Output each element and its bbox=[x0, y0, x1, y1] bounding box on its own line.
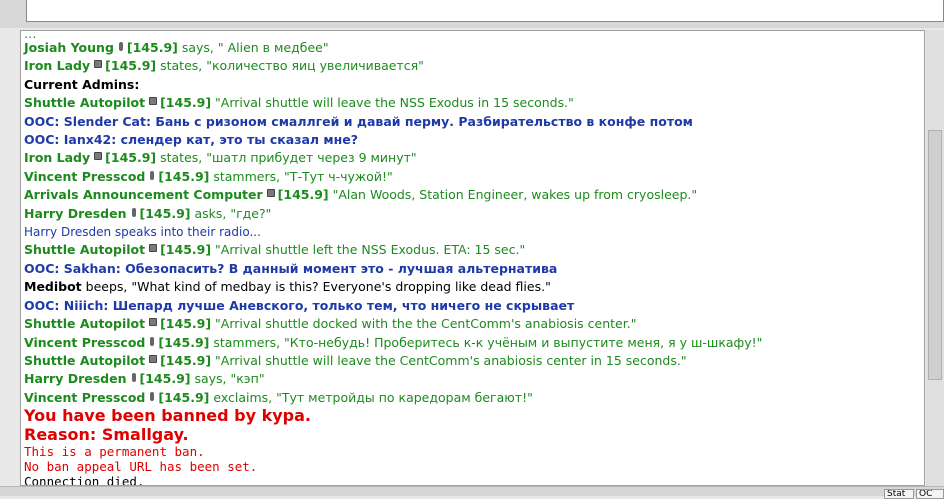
chat-message: Josiah Young [145.9] says, " Alien в медб… bbox=[24, 39, 924, 57]
message-text: beeps, "What kind of medbay is this? Eve… bbox=[85, 279, 551, 295]
message-text: states, "шатл прибудет через 9 минут" bbox=[160, 150, 417, 166]
chat-message: Shuttle Autopilot [145.9] "Arrival shuttl… bbox=[24, 94, 924, 112]
ooc-message: OOC: Sakhan: Обезопасить? В данный момен… bbox=[24, 260, 558, 276]
chat-message: OOC: Ianx42: слендер кат, это ты сказал … bbox=[24, 131, 924, 149]
command-input[interactable] bbox=[26, 0, 944, 22]
radio-frequency: [145.9] bbox=[105, 58, 157, 74]
oc-tab[interactable]: OC bbox=[916, 489, 944, 499]
message-text: stammers, "Кто-небудь! Проберитесь к-к у… bbox=[213, 334, 763, 350]
bottom-bar bbox=[0, 486, 944, 496]
ban-permanent: This is a permanent ban. bbox=[24, 444, 205, 460]
ban-reason: Reason: Smallgay. bbox=[24, 424, 189, 444]
speaker-name: Vincent Presscod bbox=[24, 168, 146, 184]
message-text: "Arrival shuttle left the NSS Exodus. ET… bbox=[215, 242, 526, 258]
microphone-icon bbox=[150, 391, 155, 401]
chat-message: Harry Dresden [145.9] asks, "где?" bbox=[24, 205, 924, 223]
microphone-icon bbox=[150, 170, 155, 180]
speaker-name: Shuttle Autopilot bbox=[24, 242, 146, 258]
speaker-name: Iron Lady bbox=[24, 150, 91, 166]
stat-tab[interactable]: Stat bbox=[884, 489, 914, 499]
radio-frequency: [145.9] bbox=[160, 352, 212, 368]
message-list: Josiah Young [145.9] says, " Alien в медб… bbox=[24, 39, 924, 407]
speaker-name: Harry Dresden bbox=[24, 205, 127, 221]
radio-icon bbox=[94, 152, 103, 161]
microphone-icon bbox=[118, 42, 123, 51]
radio-frequency: [145.9] bbox=[160, 242, 212, 258]
radio-frequency: [145.9] bbox=[105, 150, 157, 166]
chat-message: Harry Dresden speaks into their radio... bbox=[24, 223, 924, 241]
message-text: "Arrival shuttle will leave the NSS Exod… bbox=[215, 95, 574, 111]
ooc-message: OOC: Ianx42: слендер кат, это ты сказал … bbox=[24, 132, 358, 148]
cut-off-line: … bbox=[24, 30, 37, 39]
speaker-name: Iron Lady bbox=[24, 58, 91, 74]
speaker-name: Shuttle Autopilot bbox=[24, 316, 146, 332]
ooc-message: OOC: Niiich: Шепард лучше Аневского, тол… bbox=[24, 297, 575, 313]
chat-message: Iron Lady [145.9] states, "шатл прибудет … bbox=[24, 149, 924, 167]
message-text: exclaims, "Тут метройды по каредорам бег… bbox=[213, 389, 533, 405]
chat-message: Vincent Presscod [145.9] stammers, "Кто-н… bbox=[24, 334, 924, 352]
microphone-icon bbox=[150, 336, 155, 346]
ooc-message: OOC: Slender Cat: Бань с ризоном смаллге… bbox=[24, 113, 693, 129]
chat-message: OOC: Sakhan: Обезопасить? В данный момен… bbox=[24, 260, 924, 278]
ban-title: You have been banned by kypa. bbox=[24, 406, 311, 426]
radio-frequency: [145.9] bbox=[126, 40, 178, 55]
chat-message: Shuttle Autopilot [145.9] "Arrival shuttl… bbox=[24, 352, 924, 370]
radio-frequency: [145.9] bbox=[139, 205, 191, 221]
radio-frequency: [145.9] bbox=[139, 371, 191, 387]
message-text: says, " Alien в медбее" bbox=[181, 40, 329, 55]
speaker-name: Medibot bbox=[24, 279, 82, 295]
speaker-name: Josiah Young bbox=[24, 40, 114, 55]
message-text: states, "количество яиц увеличивается" bbox=[160, 58, 424, 74]
message-text: stammers, "Т-Тут ч-чужой!" bbox=[213, 168, 393, 184]
scrollbar-thumb[interactable] bbox=[928, 130, 942, 380]
speaker-name: Vincent Presscod bbox=[24, 389, 146, 405]
chat-message: Vincent Presscod [145.9] stammers, "Т-Тут… bbox=[24, 168, 924, 186]
chat-log: … Josiah Young [145.9] says, " Alien в ме… bbox=[21, 30, 924, 486]
speaker-name: Shuttle Autopilot bbox=[24, 352, 146, 368]
radio-icon bbox=[266, 189, 275, 198]
chat-message: Current Admins: bbox=[24, 76, 924, 94]
radio-icon bbox=[149, 244, 158, 253]
radio-frequency: [145.9] bbox=[160, 316, 212, 332]
chat-message: Shuttle Autopilot [145.9] "Arrival shuttl… bbox=[24, 241, 924, 259]
chat-message: OOC: Niiich: Шепард лучше Аневского, тол… bbox=[24, 297, 924, 315]
chat-message: Arrivals Announcement Computer [145.9] "A… bbox=[24, 186, 924, 204]
radio-frequency: [145.9] bbox=[158, 389, 210, 405]
message-text: "Arrival shuttle docked with the the Cen… bbox=[215, 316, 637, 332]
speaker-name: Vincent Presscod bbox=[24, 334, 146, 350]
chat-message: Medibot beeps, "What kind of medbay is t… bbox=[24, 278, 924, 296]
message-text: "Alan Woods, Station Engineer, wakes up … bbox=[332, 187, 698, 203]
speaker-name: Shuttle Autopilot bbox=[24, 95, 146, 111]
radio-icon bbox=[149, 97, 158, 106]
emote-message: Harry Dresden speaks into their radio... bbox=[24, 225, 261, 240]
radio-icon bbox=[149, 354, 158, 363]
chat-output[interactable]: … Josiah Young [145.9] says, " Alien в ме… bbox=[20, 30, 925, 486]
admins-header: Current Admins: bbox=[24, 76, 140, 92]
chat-message: Harry Dresden [145.9] says, "кэп" bbox=[24, 370, 924, 388]
radio-icon bbox=[149, 318, 158, 327]
chat-message: Vincent Presscod [145.9] exclaims, "Тут м… bbox=[24, 389, 924, 407]
radio-frequency: [145.9] bbox=[158, 168, 210, 184]
microphone-icon bbox=[131, 373, 136, 383]
chat-message: Shuttle Autopilot [145.9] "Arrival shuttl… bbox=[24, 315, 924, 333]
microphone-icon bbox=[131, 207, 136, 217]
radio-icon bbox=[94, 60, 103, 69]
radio-frequency: [145.9] bbox=[158, 334, 210, 350]
message-text: asks, "где?" bbox=[194, 205, 272, 221]
radio-frequency: [145.9] bbox=[160, 95, 212, 111]
radio-frequency: [145.9] bbox=[277, 187, 329, 203]
ban-appeal: No ban appeal URL has been set. bbox=[24, 459, 258, 475]
connection-status: Connection died. bbox=[24, 474, 145, 486]
speaker-name: Arrivals Announcement Computer bbox=[24, 187, 263, 203]
chat-message: Iron Lady [145.9] states, "количество яиц… bbox=[24, 57, 924, 75]
message-text: says, "кэп" bbox=[194, 371, 265, 387]
chat-message: OOC: Slender Cat: Бань с ризоном смаллге… bbox=[24, 113, 924, 131]
message-text: "Arrival shuttle will leave the CentComm… bbox=[215, 352, 687, 368]
speaker-name: Harry Dresden bbox=[24, 371, 127, 387]
